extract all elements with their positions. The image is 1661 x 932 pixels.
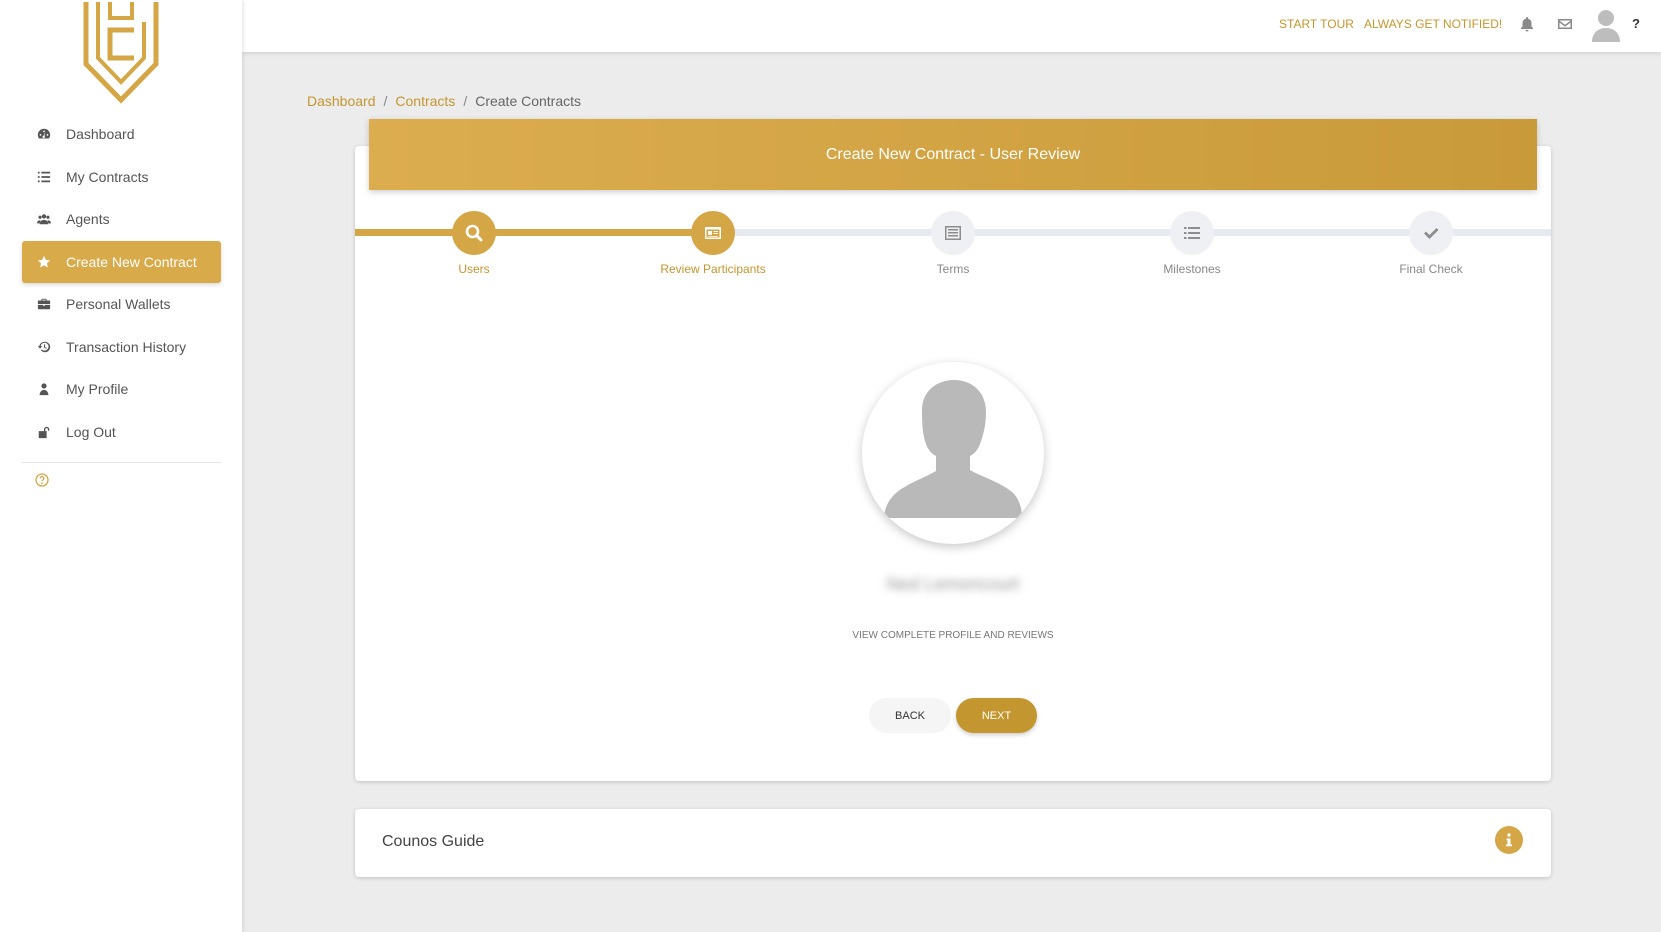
sidebar-item-my-profile[interactable]: My Profile — [22, 368, 221, 411]
user-icon — [36, 381, 52, 397]
profile-name: Ned Lemoncourt — [886, 574, 1020, 594]
sidebar-item-label: Create New Contract — [66, 253, 197, 270]
breadcrumb-current: Create Contracts — [475, 93, 582, 109]
card-title: Create New Contract - User Review — [369, 119, 1537, 190]
top-bar: START TOUR ALWAYS GET NOTIFIED! ? — [242, 0, 1661, 52]
check-icon[interactable] — [1409, 211, 1453, 255]
user-silhouette-icon — [884, 380, 1022, 518]
profile-avatar[interactable] — [862, 362, 1044, 544]
step-terms[interactable]: Terms — [893, 211, 1013, 276]
sidebar: Dashboard My Contracts Agents Create New… — [0, 0, 242, 932]
sidebar-item-label: My Contracts — [66, 168, 149, 185]
step-review-participants[interactable]: Review Participants — [653, 211, 773, 276]
search-icon[interactable] — [452, 211, 496, 255]
help-button[interactable]: ? — [1632, 16, 1640, 31]
sidebar-item-label: Dashboard — [66, 126, 135, 143]
star-icon — [36, 254, 52, 270]
sidebar-item-create-new-contract[interactable]: Create New Contract — [22, 240, 221, 283]
list-alt-icon[interactable] — [931, 211, 975, 255]
breadcrumb-separator: / — [463, 93, 468, 109]
envelope-icon[interactable] — [1557, 16, 1573, 32]
help-circle-icon[interactable] — [35, 473, 49, 487]
always-get-notified-link[interactable]: ALWAYS GET NOTIFIED! — [1364, 17, 1502, 31]
sidebar-item-dashboard[interactable]: Dashboard — [22, 113, 221, 156]
sidebar-item-label: Agents — [66, 211, 110, 228]
step-milestones[interactable]: Milestones — [1132, 211, 1252, 276]
guide-card: Counos Guide — [355, 809, 1551, 877]
step-final-check[interactable]: Final Check — [1371, 211, 1491, 276]
user-avatar-icon[interactable] — [1591, 8, 1621, 42]
dashboard-icon — [36, 126, 52, 142]
id-card-icon[interactable] — [691, 211, 735, 255]
sidebar-item-agents[interactable]: Agents — [22, 198, 221, 241]
sidebar-item-my-contracts[interactable]: My Contracts — [22, 156, 221, 199]
step-label: Milestones — [1163, 262, 1221, 276]
sidebar-item-personal-wallets[interactable]: Personal Wallets — [22, 283, 221, 326]
bell-icon[interactable] — [1519, 16, 1535, 32]
sidebar-item-label: Transaction History — [66, 338, 187, 355]
step-label: Terms — [936, 262, 970, 276]
view-profile-link[interactable]: VIEW COMPLETE PROFILE AND REVIEWS — [800, 630, 1106, 641]
counos-logo-icon[interactable] — [80, 0, 162, 106]
sidebar-item-label: My Profile — [66, 381, 129, 398]
info-icon[interactable] — [1495, 826, 1523, 854]
sidebar-item-label: Personal Wallets — [66, 296, 171, 313]
briefcase-icon — [36, 296, 52, 312]
step-label: Users — [458, 262, 490, 276]
start-tour-link[interactable]: START TOUR — [1279, 17, 1354, 31]
breadcrumb-dashboard[interactable]: Dashboard — [307, 93, 376, 109]
breadcrumb-contracts[interactable]: Contracts — [395, 93, 455, 109]
back-button[interactable]: BACK — [869, 698, 951, 733]
breadcrumb-separator: / — [383, 93, 388, 109]
guide-title: Counos Guide — [382, 833, 485, 850]
sidebar-item-transaction-history[interactable]: Transaction History — [22, 326, 221, 369]
breadcrumb: Dashboard / Contracts / Create Contracts — [307, 93, 581, 109]
unlock-icon — [36, 424, 52, 440]
step-users[interactable]: Users — [414, 211, 534, 276]
history-icon — [36, 339, 52, 355]
sidebar-nav: Dashboard My Contracts Agents Create New… — [22, 113, 221, 453]
list-icon — [36, 169, 52, 185]
step-label: Final Check — [1399, 262, 1463, 276]
list-icon[interactable] — [1170, 211, 1214, 255]
step-label: Review Participants — [660, 262, 766, 276]
sidebar-item-label: Log Out — [66, 423, 116, 440]
users-icon — [36, 211, 52, 227]
sidebar-divider — [22, 462, 221, 463]
next-button[interactable]: NEXT — [956, 698, 1037, 733]
sidebar-item-log-out[interactable]: Log Out — [22, 411, 221, 454]
